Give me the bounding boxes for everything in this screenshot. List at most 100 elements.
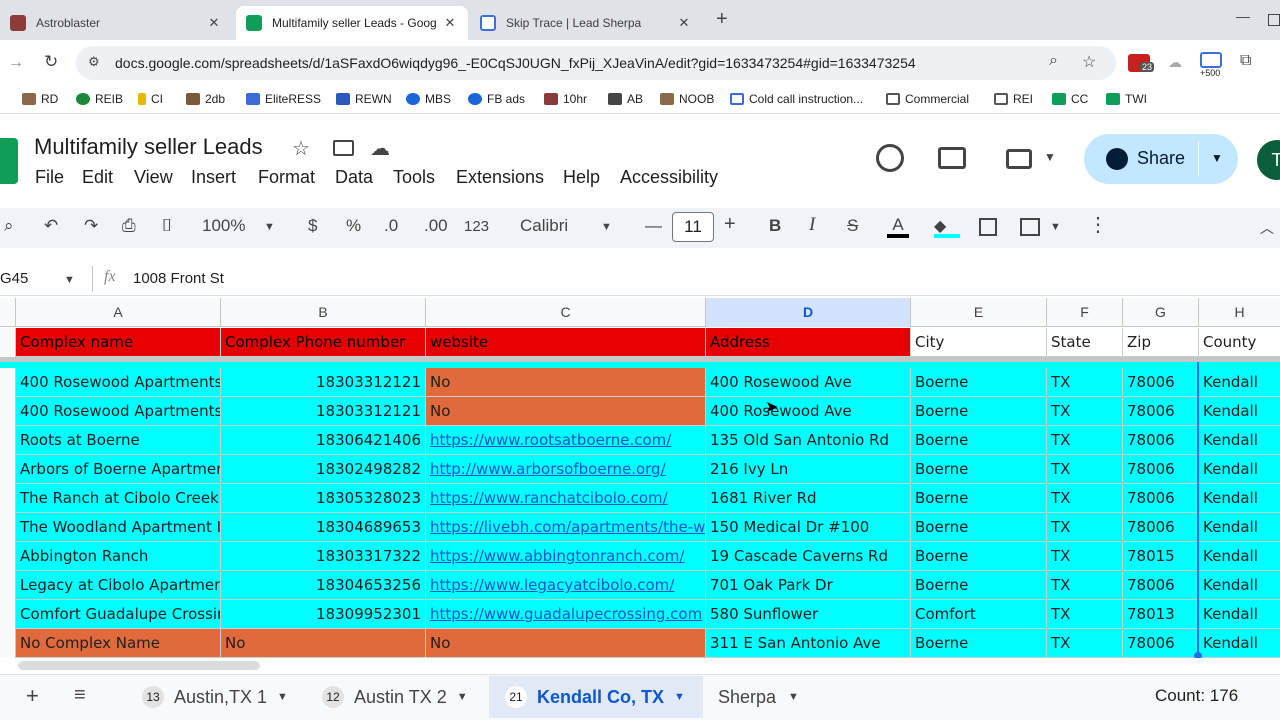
search-menus-icon[interactable]: ⌕	[4, 216, 14, 236]
bookmark-cc[interactable]: CC	[1052, 92, 1088, 106]
cell-phone[interactable]: 18303312121	[221, 397, 426, 426]
cell-address[interactable]: 400 Rosewood Ave	[706, 397, 911, 426]
bookmark-mbs[interactable]: MBS	[406, 92, 451, 106]
cell-phone[interactable]: 18303312121	[221, 368, 426, 397]
close-icon[interactable]: ✕	[676, 15, 692, 31]
column-header-d[interactable]: D	[706, 298, 911, 327]
cell-state[interactable]: TX	[1047, 484, 1123, 513]
column-header-g[interactable]: G	[1123, 298, 1199, 327]
bookmark-noob[interactable]: NOOB	[660, 92, 714, 106]
bookmark-twi[interactable]: TWI	[1106, 92, 1147, 106]
increase-decimal-button[interactable]: .00	[424, 216, 448, 236]
borders-icon[interactable]	[979, 218, 997, 236]
cell-complex-name[interactable]: The Ranch at Cibolo Creek	[16, 484, 221, 513]
bookmark-star-icon[interactable]: ☆	[1082, 52, 1096, 72]
cell-county[interactable]: Kendall	[1199, 542, 1280, 571]
font-size-input[interactable]: 11	[672, 212, 714, 242]
cell-county[interactable]: Kendall	[1199, 397, 1280, 426]
bookmark-rewn[interactable]: REWN	[336, 92, 392, 106]
cell-county[interactable]: Kendall	[1199, 513, 1280, 542]
cell-complex-name[interactable]: Comfort Guadalupe Crossir	[16, 600, 221, 629]
close-icon[interactable]: ✕	[442, 15, 458, 31]
currency-button[interactable]: $	[308, 216, 317, 236]
forward-arrow-icon[interactable]: →	[8, 54, 24, 72]
cell-state[interactable]: TX	[1047, 426, 1123, 455]
fill-color-icon[interactable]: ◆	[934, 216, 960, 238]
strikethrough-button[interactable]: S	[847, 216, 858, 236]
cell-address[interactable]: 1681 River Rd	[706, 484, 911, 513]
column-header-b[interactable]: B	[221, 298, 426, 327]
chevron-down-icon[interactable]: ▼	[1044, 150, 1056, 164]
cell-county[interactable]: Kendall	[1199, 600, 1280, 629]
cell-address[interactable]: 19 Cascade Caverns Rd	[706, 542, 911, 571]
cell-complex-name[interactable]: The Woodland Apartment I	[16, 513, 221, 542]
number-format-button[interactable]: 123	[464, 218, 489, 235]
cell-county[interactable]: Kendall	[1199, 629, 1280, 658]
extension-screen-icon[interactable]	[1200, 52, 1222, 68]
sheet-tab-austin-2[interactable]: 12 Austin TX 2 ▼	[318, 676, 482, 718]
zoom-icon[interactable]: ⌕	[1049, 52, 1058, 70]
decrease-font-size-icon[interactable]: —	[645, 216, 662, 236]
cell-address[interactable]: 135 Old San Antonio Rd	[706, 426, 911, 455]
column-header-e[interactable]: E	[911, 298, 1047, 327]
chevron-down-icon[interactable]: ▼	[64, 274, 75, 286]
bold-button[interactable]: B	[769, 216, 781, 236]
menu-insert[interactable]: Insert	[191, 167, 236, 188]
more-options-icon[interactable]: ⋮	[1088, 212, 1108, 237]
browser-tab-sherpa[interactable]: Skip Trace | Lead Sherpa ✕	[470, 6, 702, 40]
cell-state[interactable]: TX	[1047, 542, 1123, 571]
cell-zip[interactable]: 78006	[1123, 455, 1199, 484]
cell-county[interactable]: Kendall	[1199, 368, 1280, 397]
select-all-corner[interactable]	[0, 298, 16, 327]
comments-icon[interactable]	[938, 147, 966, 169]
cell-city[interactable]: Boerne	[911, 629, 1047, 658]
cell-zip[interactable]: 78015	[1123, 542, 1199, 571]
cell-address[interactable]: 150 Medical Dr #100	[706, 513, 911, 542]
cell-zip[interactable]: 78013	[1123, 600, 1199, 629]
avatar[interactable]: T	[1257, 140, 1280, 180]
cell-zip[interactable]: 78006	[1123, 426, 1199, 455]
bookmark-eliteress[interactable]: EliteRESS	[246, 92, 321, 106]
cell-phone[interactable]: 18304653256	[221, 571, 426, 600]
cell-website-link[interactable]: https://www.legacyatcibolo.com/	[426, 571, 706, 600]
bookmark-rd[interactable]: RD	[22, 92, 58, 106]
cell-phone[interactable]: 18309952301	[221, 600, 426, 629]
new-tab-plus-icon[interactable]: +	[716, 8, 728, 31]
collapse-toolbar-icon[interactable]: ︿	[1260, 218, 1274, 238]
cell-city[interactable]: Boerne	[911, 571, 1047, 600]
cell-complex-name[interactable]: Legacy at Cibolo Apartmen	[16, 571, 221, 600]
cell-address[interactable]: 400 Rosewood Ave	[706, 368, 911, 397]
cell-county[interactable]: Kendall	[1199, 571, 1280, 600]
menu-accessibility[interactable]: Accessibility	[620, 167, 718, 188]
column-header-c[interactable]: C	[426, 298, 706, 327]
move-folder-icon[interactable]	[333, 140, 354, 156]
maximize-icon[interactable]	[1268, 14, 1280, 26]
selection-count[interactable]: Count: 176	[1155, 686, 1238, 706]
percent-button[interactable]: %	[346, 216, 361, 236]
cell-address[interactable]: 216 Ivy Ln	[706, 455, 911, 484]
meet-camera-icon[interactable]	[1006, 149, 1032, 169]
star-icon[interactable]: ☆	[292, 136, 310, 161]
merge-cells-icon[interactable]	[1020, 218, 1040, 236]
menu-file[interactable]: File	[35, 167, 64, 188]
cell-website-link[interactable]: https://www.guadalupecrossing.com	[426, 600, 706, 629]
browser-tab-astroblaster[interactable]: Astroblaster ✕	[0, 6, 232, 40]
cell-website-link[interactable]: https://www.rootsatboerne.com/	[426, 426, 706, 455]
cell-website[interactable]: No	[426, 368, 706, 397]
bookmark-cold-call[interactable]: Cold call instruction...	[730, 92, 863, 106]
menu-data[interactable]: Data	[335, 167, 373, 188]
increase-font-size-icon[interactable]: +	[724, 213, 736, 236]
reload-icon[interactable]: ↻	[44, 52, 58, 72]
decrease-decimal-button[interactable]: .0	[384, 216, 398, 236]
cell-city[interactable]: Boerne	[911, 513, 1047, 542]
cell-city[interactable]: Boerne	[911, 542, 1047, 571]
bookmark-rei[interactable]: REI	[994, 92, 1033, 106]
document-title[interactable]: Multifamily seller Leads	[34, 134, 263, 160]
all-sheets-menu-icon[interactable]: ≡	[74, 684, 86, 707]
sheet-tab-sherpa[interactable]: Sherpa ▼	[718, 676, 818, 718]
header-cell-city[interactable]: City	[911, 328, 1047, 357]
chevron-down-icon[interactable]: ▼	[601, 221, 612, 233]
chevron-down-icon[interactable]: ▼	[264, 221, 275, 233]
header-cell-state[interactable]: State	[1047, 328, 1123, 357]
bookmark-ab[interactable]: AB	[608, 92, 643, 106]
